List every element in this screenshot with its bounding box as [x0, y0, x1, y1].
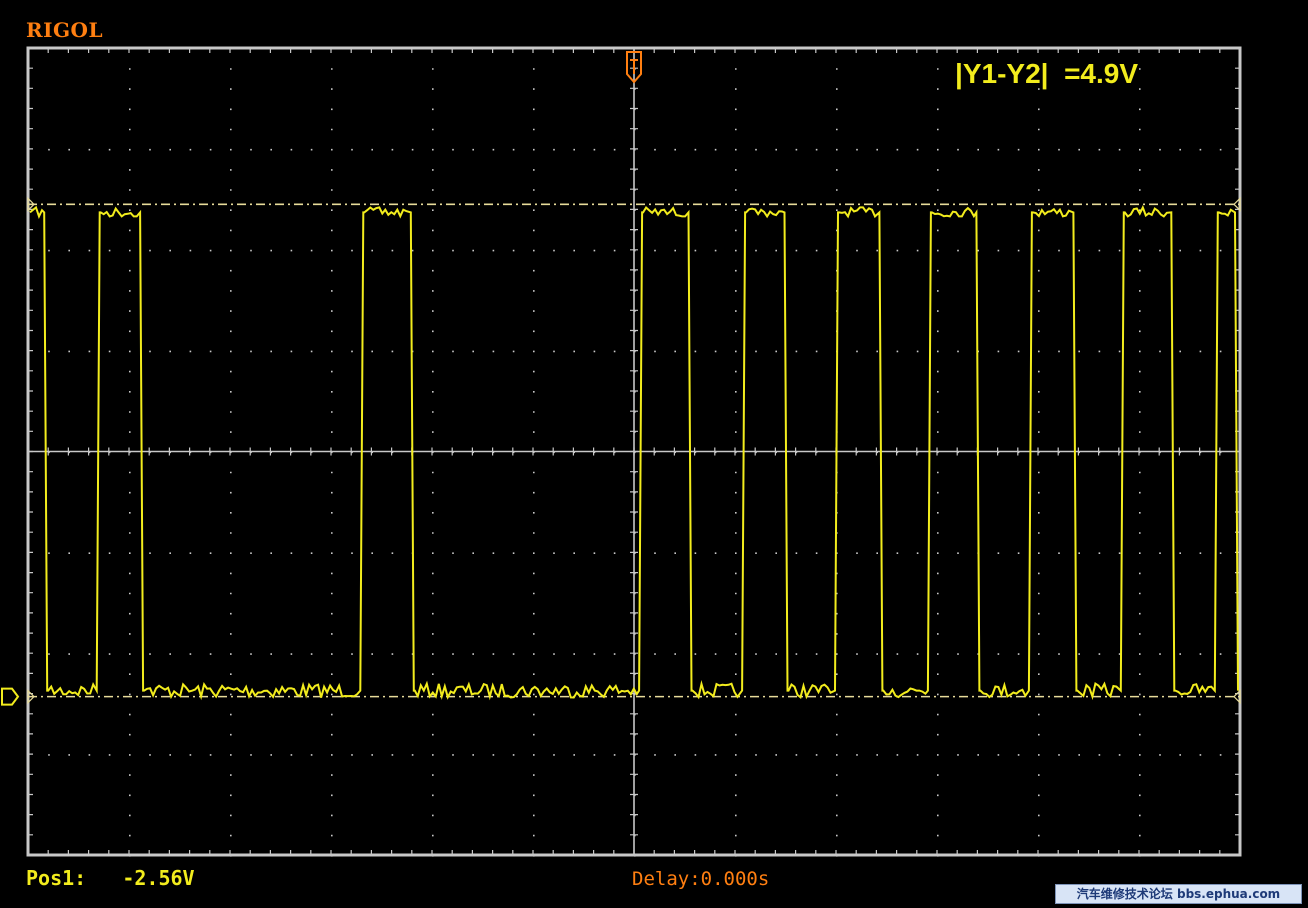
trigger-T-glyph [630, 59, 638, 74]
forum-watermark: 汽车维修技术论坛 bbs.ephua.com [1055, 884, 1302, 904]
cursor-position-readout: Pos1: -2.56V [26, 866, 195, 890]
cursor-position-label: Pos1: [26, 866, 87, 890]
cursor-delta-value: =4.9V [1064, 58, 1139, 89]
oscilloscope-display [1, 46, 1242, 857]
cursor-delta-label: |Y1-Y2| [955, 58, 1049, 89]
cursor-position-value: -2.56V [122, 866, 195, 890]
delay-readout: Delay:0.000s [632, 868, 770, 890]
channel1-ground-icon [1, 687, 20, 706]
cursor-delta-readout: |Y1-Y2| =4.9V [955, 58, 1138, 90]
axis-ticks [28, 48, 1240, 856]
grid-dots [48, 68, 1222, 857]
graticule [26, 46, 1242, 857]
